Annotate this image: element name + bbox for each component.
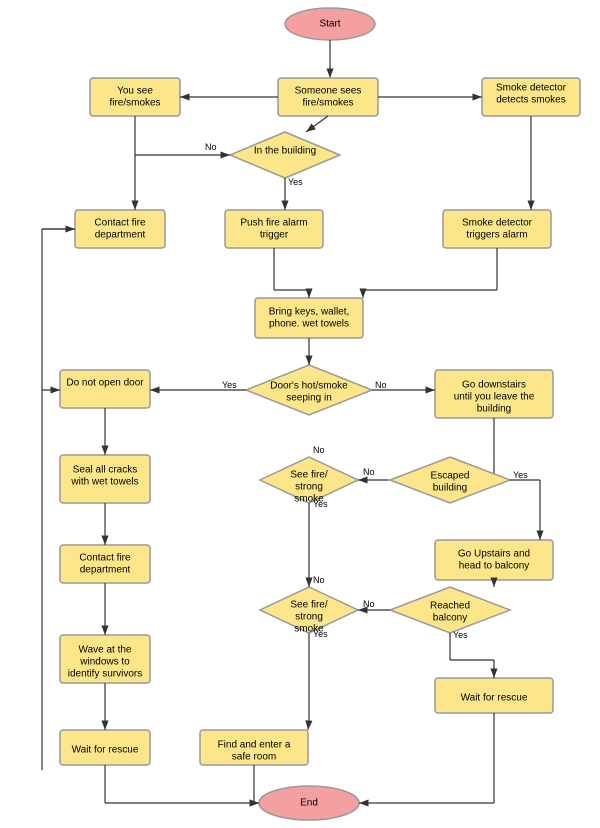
reached-balcony-label: Reached bbox=[430, 601, 470, 612]
yes-label-diamond: Yes bbox=[288, 177, 303, 187]
escaped-label: Escaped bbox=[431, 471, 470, 482]
no-label-escaped: No bbox=[363, 467, 375, 477]
in-building-label: In the building bbox=[254, 146, 316, 157]
see-fire-2-label2: strong bbox=[295, 612, 323, 623]
start-label: Start bbox=[319, 19, 340, 30]
door-hot-label2: seeping in bbox=[286, 393, 332, 404]
go-downstairs-label: Go downstairs bbox=[462, 380, 526, 391]
see-fire-1-label2: strong bbox=[295, 482, 323, 493]
no-label-see-fire-1: No bbox=[313, 445, 325, 455]
yes-label-escaped: Yes bbox=[513, 470, 528, 480]
wave-windows-label: Wave at the bbox=[79, 645, 132, 656]
do-not-open-label: Do not open door bbox=[66, 378, 144, 389]
you-see-label2: fire/smokes bbox=[109, 98, 160, 109]
find-safe-room-label2: safe room bbox=[232, 752, 276, 763]
contact-fire-dept-2-label: Contact fire bbox=[79, 553, 131, 564]
no-label-see-fire-2: No bbox=[313, 575, 325, 585]
go-downstairs-label3: building bbox=[477, 404, 511, 415]
see-fire-2-label: See fire/ bbox=[290, 600, 327, 611]
someone-sees-label: Someone sees bbox=[295, 86, 362, 97]
find-safe-room-label: Find and enter a bbox=[218, 740, 291, 751]
bring-keys-label: Bring keys, wallet, bbox=[269, 307, 350, 318]
yes-label-door: Yes bbox=[222, 380, 237, 390]
reached-balcony-label2: balcony bbox=[433, 613, 467, 624]
arrow-someone-to-diamond bbox=[306, 116, 328, 132]
go-upstairs-label2: head to balcony bbox=[459, 561, 530, 572]
yes-label-reached: Yes bbox=[453, 630, 468, 640]
wave-windows-label2: windows to bbox=[79, 657, 130, 668]
wait-rescue-right-label: Wait for rescue bbox=[461, 693, 528, 704]
wave-windows-label3: identify survivors bbox=[68, 669, 142, 680]
bring-keys-label2: phone. wet towels bbox=[269, 319, 349, 330]
arrow-sf2-to-safe bbox=[308, 720, 309, 730]
contact-fire-dept-1-label: Contact fire bbox=[94, 218, 146, 229]
go-downstairs-label2: until you leave the bbox=[454, 392, 535, 403]
end-label: End bbox=[300, 798, 318, 809]
no-label-reached: No bbox=[363, 599, 375, 609]
seal-cracks-label: Seal all cracks bbox=[73, 465, 137, 476]
wait-rescue-left-label: Wait for rescue bbox=[72, 745, 139, 756]
escaped-label2: building bbox=[433, 483, 467, 494]
yes-label-see-fire-1: Yes bbox=[313, 499, 328, 509]
contact-fire-dept-1-label2: department bbox=[95, 230, 146, 241]
contact-fire-dept-2-label2: department bbox=[80, 565, 131, 576]
smoke-trigger-label: Smoke detector bbox=[462, 218, 533, 229]
see-fire-1-label: See fire/ bbox=[290, 470, 327, 481]
push-alarm-label2: trigger bbox=[260, 230, 289, 241]
do-not-open-node bbox=[60, 370, 150, 408]
go-upstairs-label: Go Upstairs and bbox=[458, 549, 530, 560]
seal-cracks-label2: with wet towels bbox=[70, 477, 138, 488]
smoke-detector-label2: detects smokes bbox=[496, 95, 565, 106]
smoke-detector-label: Smoke detector bbox=[496, 83, 567, 94]
you-see-label: You see bbox=[117, 86, 153, 97]
door-hot-label: Door's hot/smoke bbox=[270, 381, 348, 392]
smoke-trigger-label2: triggers alarm bbox=[466, 230, 527, 241]
push-alarm-label: Push fire alarm bbox=[240, 218, 307, 229]
someone-sees-label2: fire/smokes bbox=[302, 98, 353, 109]
no-label-door: No bbox=[375, 380, 387, 390]
no-label-diamond: No bbox=[205, 142, 217, 152]
yes-label-see-fire-2: Yes bbox=[313, 629, 328, 639]
